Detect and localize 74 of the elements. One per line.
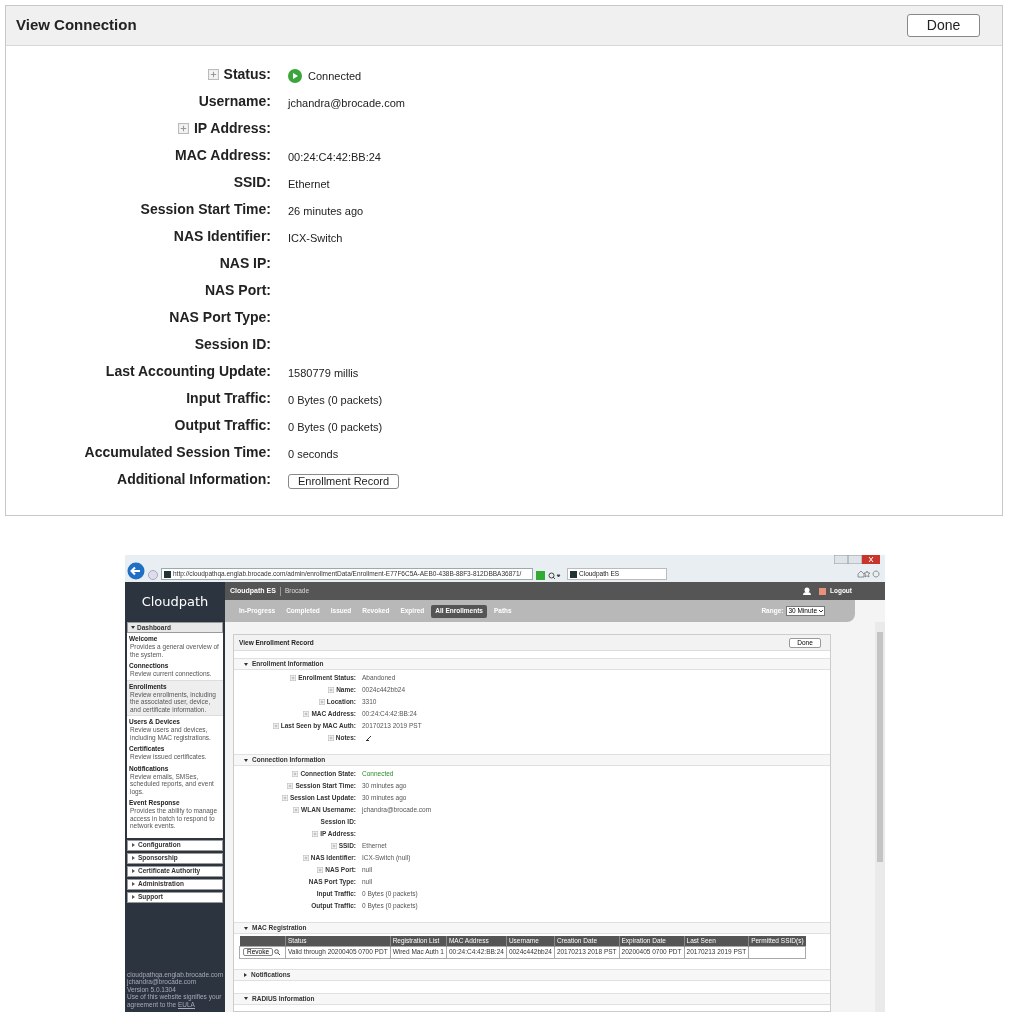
- expand-icon[interactable]: [293, 807, 300, 813]
- field-label: Last Accounting Update:: [105, 362, 271, 381]
- expand-icon[interactable]: [287, 783, 294, 789]
- connected-icon: [288, 69, 302, 83]
- forward-icon[interactable]: [148, 570, 158, 580]
- caret-icon: [244, 972, 247, 977]
- field-value: 0 Bytes (0 packets): [288, 392, 383, 408]
- search-icon[interactable]: [274, 949, 281, 956]
- field-value: 00:24:C4:42:BB:24: [288, 149, 381, 165]
- field-value: 1580779 millis: [288, 365, 359, 381]
- caret-icon: [244, 758, 248, 762]
- field-value: 0 seconds: [288, 446, 339, 462]
- caret-icon: [132, 882, 135, 886]
- expand-icon[interactable]: [281, 795, 288, 801]
- expand-icon[interactable]: [330, 843, 337, 849]
- field-value: 26 minutes ago: [288, 203, 364, 219]
- field-label: MAC Address:: [175, 146, 271, 165]
- field-label: IP Address:: [193, 119, 271, 138]
- page-icon: [570, 570, 577, 578]
- done-button[interactable]: Done: [907, 14, 980, 37]
- field-label: Username:: [198, 92, 271, 111]
- minimize-icon[interactable]: [834, 555, 848, 564]
- enrollment-record-button[interactable]: Enrollment Record: [288, 473, 400, 489]
- caret-icon: [244, 926, 248, 930]
- caret-icon: [818, 608, 824, 614]
- field-label: NAS Identifier:: [173, 227, 271, 246]
- field-label: NAS Port:: [204, 281, 271, 300]
- field-value: 0 Bytes (0 packets): [288, 419, 383, 435]
- caret-icon: [244, 997, 248, 1001]
- caret-icon: [132, 843, 135, 847]
- caret-icon: [244, 662, 248, 666]
- expand-icon[interactable]: [177, 123, 189, 134]
- expand-icon[interactable]: [328, 687, 335, 693]
- field-value: ICX-Switch: [288, 230, 343, 246]
- expand-icon[interactable]: [292, 771, 299, 777]
- search-icon[interactable]: [548, 572, 564, 580]
- close-icon[interactable]: [862, 555, 880, 564]
- scrollbar[interactable]: [875, 622, 885, 1012]
- home-icon[interactable]: [857, 570, 881, 578]
- user-icon[interactable]: [802, 587, 811, 595]
- back-icon[interactable]: [127, 562, 145, 580]
- expand-icon[interactable]: [327, 735, 334, 741]
- expand-icon[interactable]: [317, 867, 324, 873]
- field-label: SSID:: [233, 173, 271, 192]
- field-label: NAS Port Type:: [169, 308, 271, 327]
- field-label: Session ID:: [194, 335, 271, 354]
- field-value: jchandra@brocade.com: [288, 95, 405, 111]
- caret-icon: [131, 626, 135, 629]
- pencil-icon[interactable]: [366, 735, 372, 741]
- maximize-icon[interactable]: [848, 555, 862, 564]
- field-label: Output Traffic:: [174, 416, 271, 435]
- expand-icon[interactable]: [318, 699, 325, 705]
- expand-icon[interactable]: [302, 855, 309, 861]
- field-value: Connected: [308, 68, 362, 84]
- expand-icon[interactable]: [290, 675, 297, 681]
- caret-icon: [132, 869, 135, 873]
- field-label: Accumulated Session Time:: [84, 443, 271, 462]
- expand-icon[interactable]: [207, 69, 219, 80]
- caret-icon: [132, 895, 135, 899]
- field-label: Status:: [223, 65, 271, 84]
- field-value: Ethernet: [288, 176, 330, 192]
- expand-icon[interactable]: [272, 723, 279, 729]
- caret-icon: [132, 856, 135, 860]
- field-label: Additional Information:: [117, 470, 271, 489]
- picture-icon: [536, 571, 545, 580]
- panel-title: View Connection: [16, 15, 137, 36]
- field-label: Input Traffic:: [186, 389, 271, 408]
- app-logo: Cloudpath: [141, 593, 209, 612]
- expand-icon[interactable]: [303, 711, 310, 717]
- expand-icon[interactable]: [312, 831, 319, 837]
- logout-icon[interactable]: [818, 587, 826, 595]
- field-label: NAS IP:: [219, 254, 271, 273]
- field-label: Session Start Time:: [140, 200, 271, 219]
- page-icon: [164, 570, 171, 578]
